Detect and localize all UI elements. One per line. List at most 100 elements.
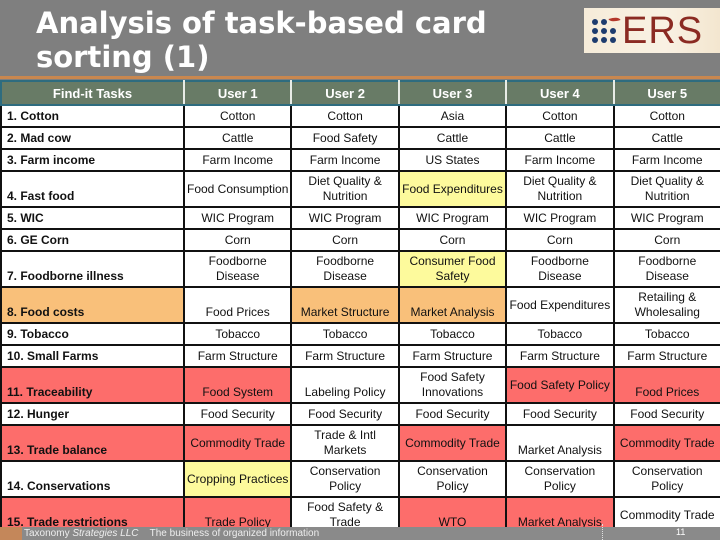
- user-2-cell: Foodborne Disease: [290, 250, 400, 288]
- user-4-cell: Farm Structure: [505, 344, 615, 368]
- user-4-cell: Food Expenditures: [505, 286, 615, 324]
- user-5-cell: Commodity Trade: [612, 424, 720, 462]
- task-cell: 14. Conservations: [0, 460, 185, 498]
- user-3-cell: WIC Program: [397, 206, 508, 230]
- table-row: 11. Traceability Food System Labeling Poli…: [0, 366, 720, 404]
- user-4-cell: Conservation Policy: [505, 460, 615, 498]
- task-cell: 1. Cotton: [0, 104, 185, 128]
- task-cell: 8. Food costs: [0, 286, 185, 324]
- user-1-cell: Food Prices: [182, 286, 293, 324]
- user-5-cell: Farm Income: [612, 148, 720, 172]
- logo-text: ERS: [622, 9, 704, 52]
- user-4-cell: WIC Program: [505, 206, 615, 230]
- user-3-cell: Food Security: [397, 402, 508, 426]
- task-cell: 12. Hunger: [0, 402, 185, 426]
- user-2-cell: WIC Program: [290, 206, 400, 230]
- task-cell: 4. Fast food: [0, 170, 185, 208]
- table-row: 8. Food costs Food Prices Market Structure…: [0, 286, 720, 324]
- task-cell: 9. Tobacco: [0, 322, 185, 346]
- column-header-user-1: User 1: [182, 80, 293, 106]
- user-2-cell: Diet Quality & Nutrition: [290, 170, 400, 208]
- user-2-cell: Farm Income: [290, 148, 400, 172]
- user-2-cell: Food Security: [290, 402, 400, 426]
- user-4-cell: Cotton: [505, 104, 615, 128]
- task-cell: 5. WIC: [0, 206, 185, 230]
- user-5-cell: Foodborne Disease: [612, 250, 720, 288]
- user-3-cell: Cattle: [397, 126, 508, 150]
- user-2-cell: Tobacco: [290, 322, 400, 346]
- user-3-cell: Commodity Trade: [397, 424, 508, 462]
- user-5-cell: Cotton: [612, 104, 720, 128]
- task-cell: 7. Foodborne illness: [0, 250, 185, 288]
- page-number: 11: [676, 527, 686, 537]
- user-5-cell: Food Prices: [612, 366, 720, 404]
- column-header-user-2: User 2: [290, 80, 400, 106]
- table-row: 2. Mad cow Cattle Food Safety Cattle Cattle C…: [0, 126, 720, 150]
- user-2-cell: Corn: [290, 228, 400, 252]
- table-row: 6. GE Corn Corn Corn Corn Corn Corn: [0, 228, 720, 252]
- user-1-cell: Foodborne Disease: [182, 250, 293, 288]
- footer-text: Taxonomy Strategies LLC The business of …: [24, 527, 319, 540]
- table-row: 4. Fast food Food Consumption Diet Quality…: [0, 170, 720, 208]
- column-header-tasks: Find-it Tasks: [0, 80, 185, 106]
- task-cell: 11. Traceability: [0, 366, 185, 404]
- user-3-cell: Consumer Food Safety: [397, 250, 508, 288]
- user-2-cell: Farm Structure: [290, 344, 400, 368]
- table-row: 13. Trade balance Commodity Trade Trade & …: [0, 424, 720, 462]
- user-4-cell: Corn: [505, 228, 615, 252]
- column-header-user-3: User 3: [397, 80, 508, 106]
- user-5-cell: Retailing & Wholesaling: [612, 286, 720, 324]
- user-5-cell: Tobacco: [612, 322, 720, 346]
- user-3-cell: Food Safety Innovations: [397, 366, 508, 404]
- user-5-cell: Farm Structure: [612, 344, 720, 368]
- table-row: 10. Small Farms Farm Structure Farm Struct…: [0, 344, 720, 368]
- column-header-user-4: User 4: [505, 80, 615, 106]
- user-4-cell: Foodborne Disease: [505, 250, 615, 288]
- footer-company-italic: Strategies LLC: [72, 528, 139, 539]
- user-3-cell: Farm Structure: [397, 344, 508, 368]
- user-3-cell: Conservation Policy: [397, 460, 508, 498]
- user-1-cell: Farm Structure: [182, 344, 293, 368]
- ers-logo: ERS: [584, 8, 720, 53]
- user-2-cell: Trade & Intl Markets: [290, 424, 400, 462]
- column-header-user-5: User 5: [612, 80, 720, 106]
- task-cell: 10. Small Farms: [0, 344, 185, 368]
- table-row: 9. Tobacco Tobacco Tobacco Tobacco Tobacco To…: [0, 322, 720, 346]
- user-1-cell: Food Consumption: [182, 170, 293, 208]
- user-5-cell: Food Security: [612, 402, 720, 426]
- user-3-cell: Asia: [397, 104, 508, 128]
- footer-accent: [0, 527, 22, 540]
- table-row: 5. WIC WIC Program WIC Program WIC Program W…: [0, 206, 720, 230]
- user-5-cell: Corn: [612, 228, 720, 252]
- user-4-cell: Tobacco: [505, 322, 615, 346]
- card-sorting-table: Find-it Tasks User 1 User 2 User 3 User …: [0, 80, 720, 534]
- user-1-cell: Corn: [182, 228, 293, 252]
- user-5-cell: Diet Quality & Nutrition: [612, 170, 720, 208]
- logo-dots-icon: [592, 14, 621, 43]
- table-row: 14. Conservations Cropping Practices Conse…: [0, 460, 720, 498]
- user-3-cell: Tobacco: [397, 322, 508, 346]
- user-1-cell: Tobacco: [182, 322, 293, 346]
- footer-tagline: The business of organized information: [149, 528, 320, 539]
- user-3-cell: Market Analysis: [397, 286, 508, 324]
- user-1-cell: Food System: [182, 366, 293, 404]
- user-2-cell: Cotton: [290, 104, 400, 128]
- user-2-cell: Market Structure: [290, 286, 400, 324]
- user-3-cell: Food Expenditures: [397, 170, 508, 208]
- user-4-cell: Market Analysis: [505, 424, 615, 462]
- user-5-cell: WIC Program: [612, 206, 720, 230]
- user-1-cell: Cropping Practices: [182, 460, 293, 498]
- task-cell: 6. GE Corn: [0, 228, 185, 252]
- user-2-cell: Food Safety: [290, 126, 400, 150]
- user-1-cell: Cattle: [182, 126, 293, 150]
- user-4-cell: Cattle: [505, 126, 615, 150]
- table-header-row: Find-it Tasks User 1 User 2 User 3 User …: [0, 80, 720, 106]
- user-1-cell: Cotton: [182, 104, 293, 128]
- table-row: 1. Cotton Cotton Cotton Asia Cotton Cotton: [0, 104, 720, 128]
- user-3-cell: Corn: [397, 228, 508, 252]
- user-4-cell: Food Safety Policy: [505, 366, 615, 404]
- user-5-cell: Cattle: [612, 126, 720, 150]
- footer-company: Taxonomy: [24, 528, 73, 539]
- footer-divider: [602, 524, 603, 540]
- user-1-cell: WIC Program: [182, 206, 293, 230]
